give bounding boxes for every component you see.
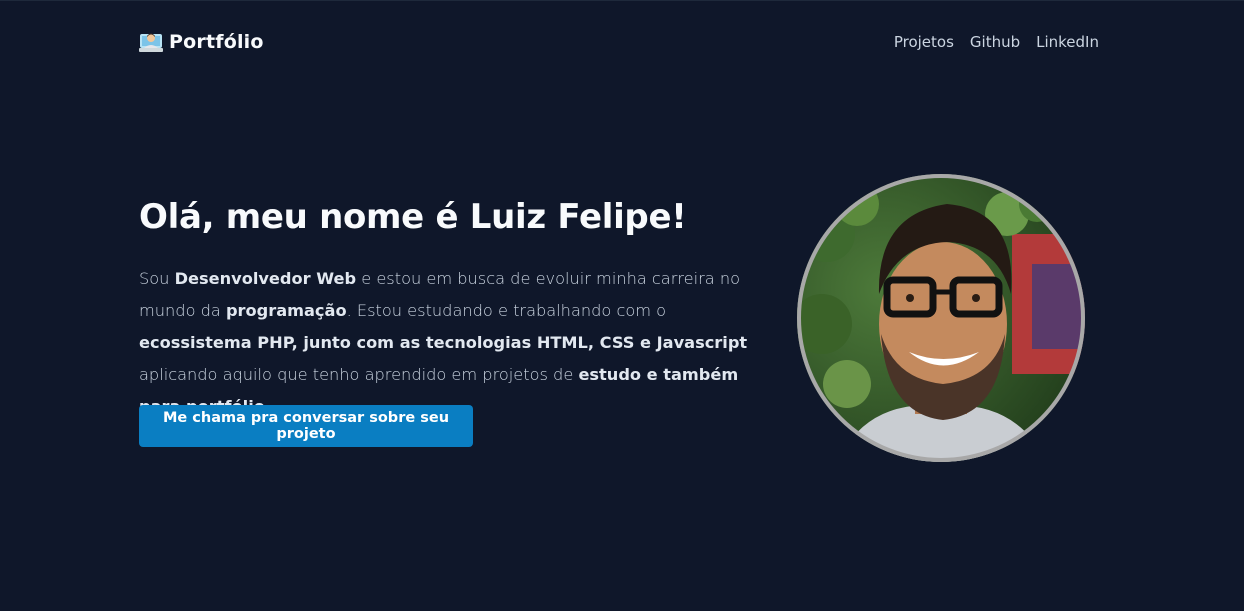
- hero-title: Olá, meu nome é Luiz Felipe!: [139, 197, 687, 237]
- hero-text-segment: . Estou estudando e trabalhando com o: [346, 301, 667, 320]
- hero-description: Sou Desenvolvedor Web e estou em busca d…: [139, 263, 771, 423]
- brand-title: Portfólio: [169, 31, 264, 53]
- hero-text-bold: ecossistema PHP, junto com as tecnologia…: [139, 333, 748, 352]
- hero-text-bold: Desenvolvedor Web: [174, 269, 357, 288]
- profile-photo: [797, 174, 1085, 462]
- hero-text-segment: aplicando aquilo que tenho aprendido em …: [139, 365, 579, 384]
- brand[interactable]: Portfólio: [139, 31, 264, 53]
- contact-cta-button[interactable]: Me chama pra conversar sobre seu projeto: [139, 405, 473, 447]
- nav-links: Projetos Github LinkedIn: [894, 33, 1099, 51]
- technologist-icon: [139, 31, 163, 53]
- hero-text-segment: Sou: [139, 269, 175, 288]
- nav-link-github[interactable]: Github: [970, 33, 1020, 51]
- top-navbar: Portfólio Projetos Github LinkedIn: [139, 26, 1099, 58]
- nav-link-projetos[interactable]: Projetos: [894, 33, 954, 51]
- hero-text-bold: programação: [225, 301, 347, 320]
- nav-link-linkedin[interactable]: LinkedIn: [1036, 33, 1099, 51]
